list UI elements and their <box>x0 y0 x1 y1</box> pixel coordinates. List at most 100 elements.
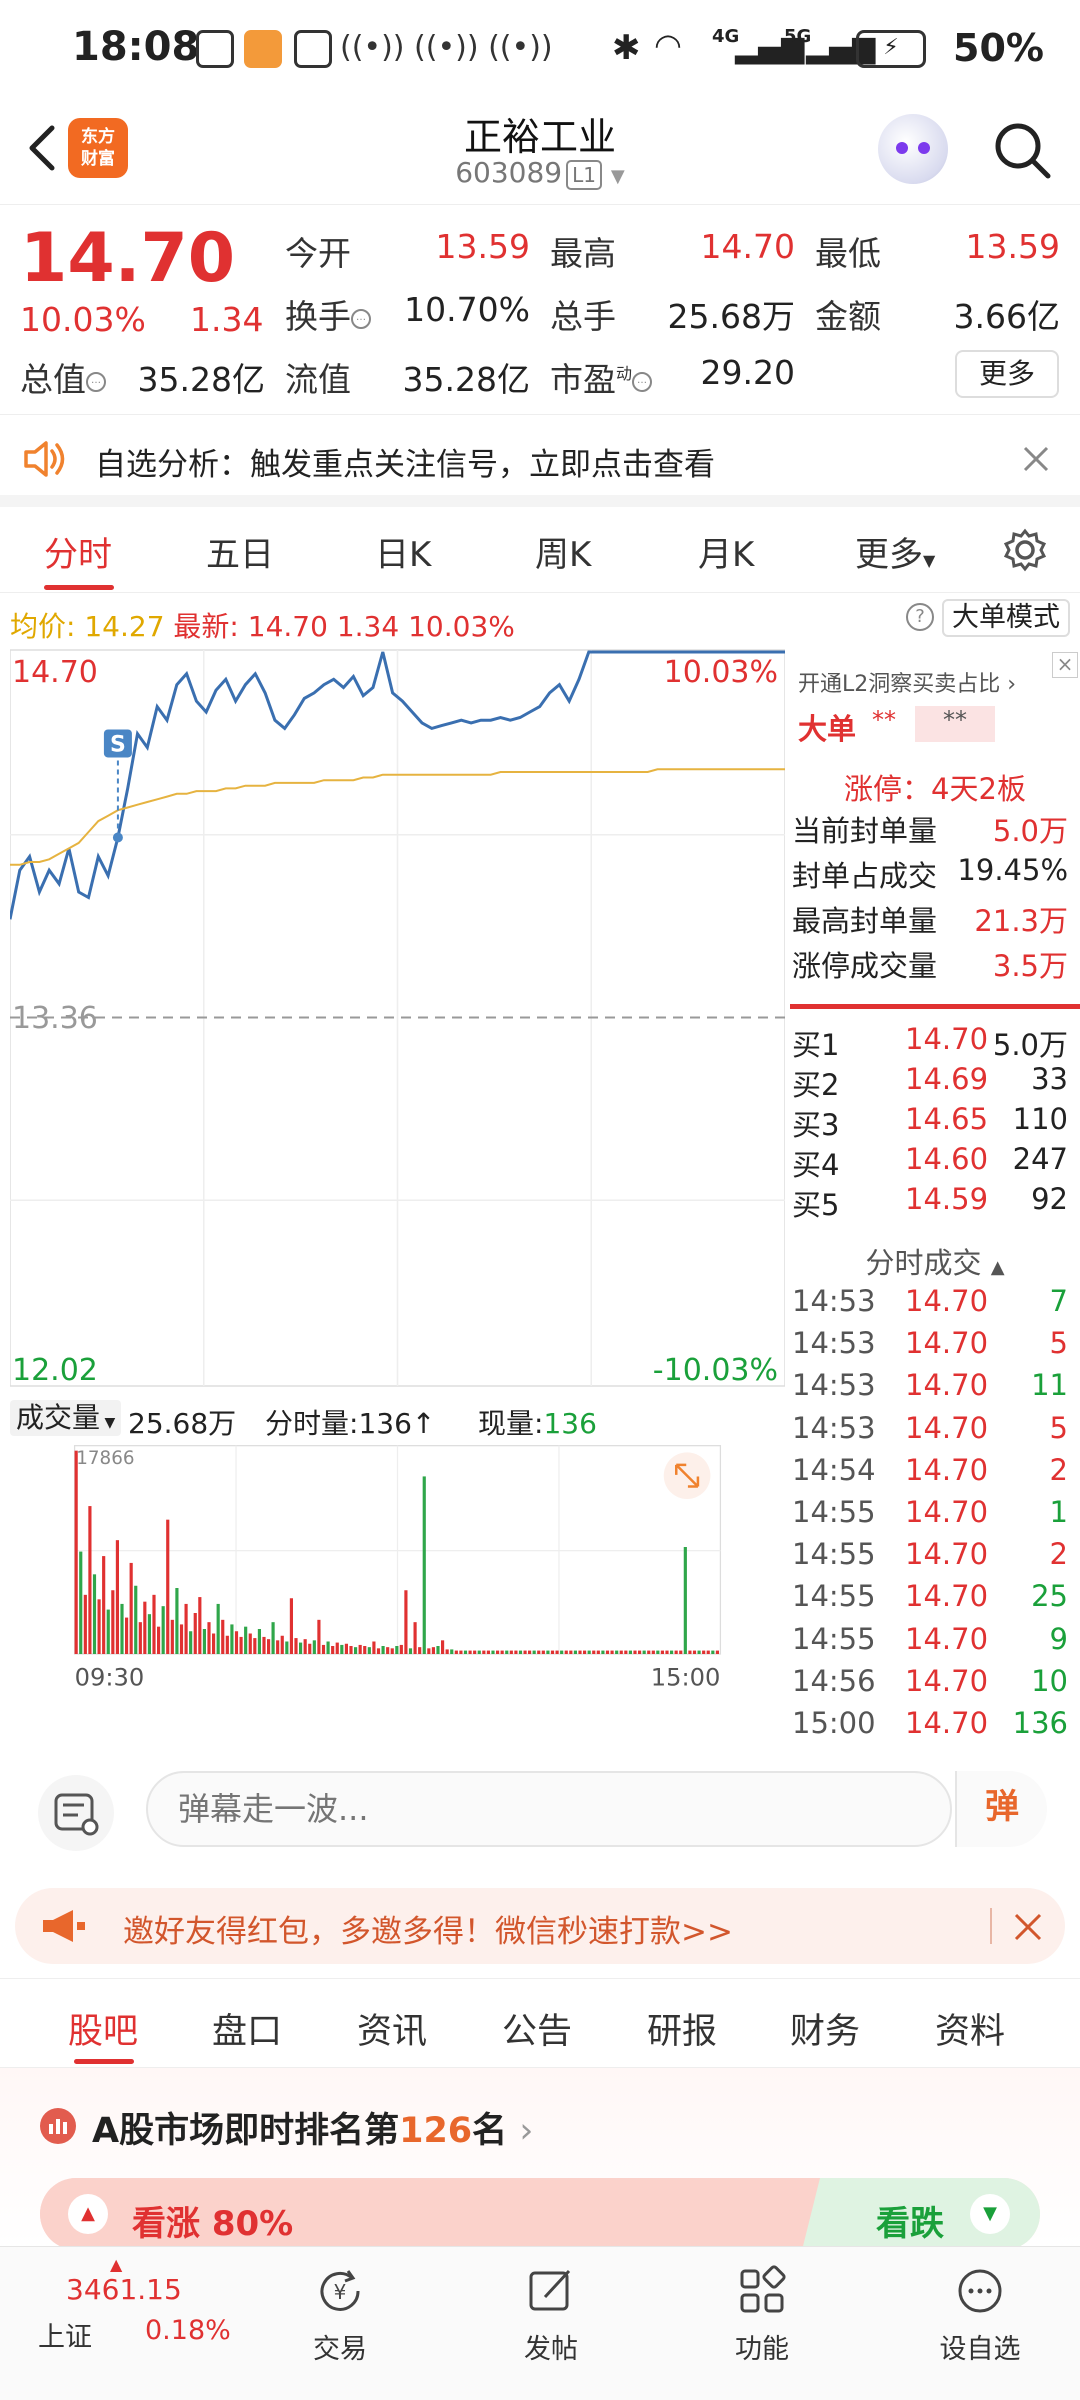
rank-title[interactable]: A股市场即时排名第126名 › <box>92 2102 533 2153</box>
danmu-toggle-button[interactable]: 弹 <box>955 1771 1047 1847</box>
volume-bar <box>496 1650 500 1654</box>
volume-bar <box>399 1644 403 1654</box>
close-icon[interactable] <box>1013 1912 1043 1942</box>
current-volume-value: 136 <box>543 1407 597 1440</box>
nav-functions[interactable]: 功能 <box>687 2247 837 2366</box>
volume-bar <box>257 1629 261 1654</box>
volume-bar <box>555 1650 559 1654</box>
rank-chart-icon <box>40 2108 76 2144</box>
tick-price: 14.70 <box>905 1452 989 1487</box>
bid-label: 买1 <box>792 1028 840 1062</box>
analysis-banner[interactable]: 自选分析：触发重点关注信号，立即点击查看 <box>0 415 1080 507</box>
tick-volume: 5 <box>1049 1326 1068 1361</box>
volume-selector[interactable]: 成交量 ▼ <box>10 1400 122 1436</box>
tab-research[interactable]: 研报 <box>647 2003 717 2054</box>
x-end-label: 15:00 <box>651 1664 721 1692</box>
volume-bar <box>88 1506 92 1654</box>
bid-row: 买3 14.65 110 <box>790 1102 1080 1142</box>
tab-daily-k[interactable]: 日K <box>375 527 431 576</box>
volume-bar <box>134 1585 138 1654</box>
tab-news[interactable]: 资讯 <box>357 2003 427 2054</box>
comment-row: 弹 <box>0 1745 1080 1855</box>
tick-volume: 7 <box>1049 1284 1068 1318</box>
y-top-label: 14.70 <box>12 655 98 690</box>
index-pct: 0.18% <box>145 2315 231 2346</box>
turnover-label-row[interactable]: 换手… <box>285 290 371 338</box>
bull-arrow-icon[interactable]: ▲ <box>68 2194 108 2234</box>
divider <box>790 1004 1080 1009</box>
tab-guba[interactable]: 股吧 <box>68 2003 138 2054</box>
tick-time: 14:54 <box>792 1452 876 1487</box>
volume-bar <box>120 1603 124 1654</box>
close-icon[interactable] <box>1022 445 1050 473</box>
volume-bar <box>198 1597 202 1654</box>
search-icon[interactable] <box>992 118 1052 182</box>
close-icon[interactable]: × <box>1052 652 1078 678</box>
tab-five-day[interactable]: 五日 <box>206 527 274 576</box>
big-order-mode-button[interactable]: 大单模式 <box>942 599 1070 637</box>
volume-bar <box>202 1629 206 1654</box>
field-label: 市盈 <box>550 360 616 399</box>
volume-bar <box>670 1650 674 1654</box>
intraday-price-chart[interactable]: S 14.70 13.36 12.02 10.03% -10.03% <box>10 648 785 1388</box>
nfc-icon <box>196 30 234 68</box>
nav-trade[interactable]: ¥ 交易 <box>265 2247 415 2366</box>
danmu-input[interactable] <box>146 1771 952 1847</box>
settings-gear-icon[interactable] <box>1002 527 1048 573</box>
tick-price: 14.70 <box>905 1410 989 1445</box>
bid-volume: 5.0万 <box>992 1028 1068 1062</box>
tab-monthly-k[interactable]: 月K <box>698 527 754 576</box>
tab-intraday[interactable]: 分时 <box>44 527 112 576</box>
market-cap-value: 35.28亿 <box>137 360 265 399</box>
tab-more[interactable]: 更多▼ <box>855 527 935 576</box>
volume-bar <box>280 1635 284 1654</box>
volume-bar <box>326 1641 330 1654</box>
avg-price-row: 均价: 14.27 最新: 14.70 1.34 10.03% ? 大单模式 <box>0 593 1080 645</box>
pe-dynamic-mark: 动 <box>616 364 633 383</box>
tab-weekly-k[interactable]: 周K <box>535 527 591 576</box>
tick-time: 15:00 <box>792 1706 876 1740</box>
volume-bar <box>427 1648 431 1654</box>
tab-finance[interactable]: 财务 <box>790 2003 860 2054</box>
more-button[interactable]: 更多 <box>955 350 1059 398</box>
bear-arrow-icon[interactable]: ▼ <box>970 2194 1010 2234</box>
volume-bar <box>395 1646 399 1654</box>
pe-label-row[interactable]: 市盈动… <box>550 353 653 401</box>
arrow-up-icon: ↑ <box>411 1407 436 1440</box>
volume-bar <box>152 1594 156 1654</box>
invite-banner[interactable]: 邀好友得红包，多邀多得！微信秒速打款>> <box>15 1888 1065 1964</box>
volume-bar <box>147 1614 151 1654</box>
avg-price-info: 均价: 14.27 最新: 14.70 1.34 10.03% <box>10 605 515 645</box>
status-bar: 18:08 ((•)) ((•)) ((•)) ✱ ◠ 4G ▂▄▆ 5G ▂▄… <box>0 0 1080 100</box>
battery-percent: 50% <box>953 26 1044 70</box>
tab-pankou[interactable]: 盘口 <box>212 2003 282 2054</box>
volume-bar <box>239 1636 243 1654</box>
avg-label: 均价: <box>10 610 76 643</box>
volume-chart[interactable]: 17866 09:30 15:00 <box>10 1444 785 1694</box>
ticks-title[interactable]: 分时成交 ▲ <box>790 1240 1080 1282</box>
stat-value: 5.0万 <box>992 814 1068 848</box>
nav-label: 功能 <box>735 2334 789 2365</box>
help-icon[interactable]: ? <box>906 603 934 631</box>
bull-label[interactable]: 看涨 80% <box>132 2196 293 2245</box>
tab-profile[interactable]: 资料 <box>935 2003 1005 2054</box>
l2-promo-link[interactable]: 开通L2洞察买卖占比 › <box>798 666 1016 698</box>
volume-bar <box>537 1650 541 1654</box>
battery-icon: ⚡ <box>856 30 926 68</box>
robot-assistant-avatar[interactable] <box>878 114 948 184</box>
bear-label[interactable]: 看跌 <box>876 2196 944 2245</box>
nav-add-watchlist[interactable]: 设自选 <box>905 2247 1055 2366</box>
nav-post[interactable]: 发帖 <box>476 2247 626 2366</box>
danmu-settings-icon[interactable] <box>38 1775 114 1851</box>
field-label: 总值 <box>20 360 86 399</box>
volume-bar <box>468 1650 472 1654</box>
volume-bar <box>170 1619 174 1654</box>
volume-bar <box>541 1650 545 1654</box>
index-ticker[interactable]: ▲ 3461.15 上证 0.18% <box>0 2247 231 2400</box>
stat-label: 封单占成交 <box>792 859 938 893</box>
tab-announcements[interactable]: 公告 <box>502 2003 572 2054</box>
volume-bar <box>583 1650 587 1654</box>
market-cap-label-row[interactable]: 总值… <box>20 353 106 401</box>
volume-bar <box>175 1588 179 1654</box>
volume-bar <box>463 1650 468 1654</box>
